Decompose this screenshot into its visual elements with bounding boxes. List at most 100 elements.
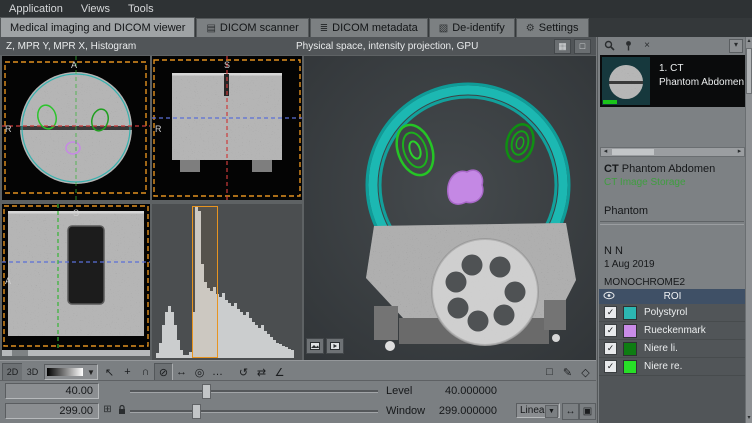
tab-label: Settings <box>539 22 579 34</box>
scroll-down-icon[interactable]: ▾ <box>746 414 752 423</box>
menu-tools[interactable]: Tools <box>119 1 163 17</box>
search-icon[interactable] <box>602 39 616 52</box>
angle-tool[interactable]: ∠ <box>270 363 289 381</box>
roi-color-swatch <box>623 342 637 356</box>
roi-visibility-checkbox[interactable] <box>604 324 617 337</box>
histogram-selection[interactable] <box>192 206 218 358</box>
level-slider-handle[interactable] <box>202 384 211 399</box>
add-tool[interactable]: + <box>118 363 137 381</box>
layout-grid-button[interactable]: ▦ <box>554 39 571 54</box>
lut-dropdown[interactable]: ▼ <box>44 364 98 380</box>
options-button[interactable]: ▣ <box>579 403 596 420</box>
metadata-icon: ≣ <box>320 23 328 34</box>
magnet-tool[interactable]: ∩ <box>136 363 155 381</box>
rect-select-tool[interactable]: □ <box>540 363 559 381</box>
view-3d[interactable] <box>304 56 596 360</box>
scroll-left-icon[interactable]: ◂ <box>601 148 610 156</box>
rotate-tool[interactable]: ↺ <box>234 363 253 381</box>
mode-2d-button[interactable]: 2D <box>2 363 23 381</box>
vertical-scrollbar[interactable]: ▴ ▾ <box>745 37 752 423</box>
level-value-field[interactable]: 40.00 <box>5 383 99 399</box>
window-label: Window <box>386 403 425 419</box>
view-coronal[interactable]: S R <box>152 56 302 200</box>
scroll-up-icon[interactable]: ▴ <box>746 37 752 46</box>
viewer-header: Z, MPR Y, MPR X, Histogram Physical spac… <box>0 37 596 55</box>
menu-views[interactable]: Views <box>72 1 119 17</box>
chevron-down-icon: ▼ <box>87 368 95 377</box>
tab-label: DICOM scanner <box>220 22 299 34</box>
scrollbar-thumb[interactable] <box>612 149 654 155</box>
roi-row[interactable]: Niere li. <box>599 340 746 358</box>
panel-menu-button[interactable]: ▾ <box>729 39 743 53</box>
roi-visibility-checkbox[interactable] <box>604 360 617 373</box>
flip-tool[interactable]: ⇄ <box>252 363 271 381</box>
lock-icon[interactable] <box>115 403 128 416</box>
tab-dicom-metadata[interactable]: ≣ DICOM metadata <box>310 18 428 37</box>
tab-label: DICOM metadata <box>332 22 418 34</box>
scroll-right-icon[interactable]: ▸ <box>735 148 744 156</box>
series-title: CT Phantom Abdomen <box>604 163 715 175</box>
fullscreen-button[interactable]: □ <box>574 39 591 54</box>
roi-row[interactable]: Niere re. <box>599 358 746 376</box>
series-caption[interactable]: 1. CT Phantom Abdomen <box>659 62 744 107</box>
series-index: 1. CT <box>659 62 744 76</box>
tab-settings[interactable]: ⚙ Settings <box>516 18 589 37</box>
window-full-value: 299.000000 <box>425 403 497 419</box>
slice-slider-handle[interactable] <box>12 350 28 356</box>
window-slider-handle[interactable] <box>192 404 201 419</box>
scan-range-button[interactable]: ↔ <box>562 403 579 420</box>
window-value-field[interactable]: 299.00 <box>5 403 99 419</box>
slice-slider[interactable] <box>2 350 150 356</box>
roi-row[interactable]: Rueckenmark <box>599 322 746 340</box>
roi-header: ROI <box>599 289 746 304</box>
close-icon[interactable]: × <box>640 39 654 52</box>
tab-label: Medical imaging and DICOM viewer <box>10 22 185 34</box>
tab-label: De-identify <box>452 22 505 34</box>
horizontal-scrollbar[interactable]: ◂ ▸ <box>600 147 745 157</box>
pan-tool[interactable]: ↔ <box>172 363 191 381</box>
roi-visibility-checkbox[interactable] <box>604 342 617 355</box>
photometric-label: MONOCHROME2 <box>604 277 685 288</box>
grid-icon[interactable]: ⊞ <box>101 403 114 416</box>
eye-icon <box>603 291 615 303</box>
roi-label: Niere re. <box>644 361 682 372</box>
view-axial[interactable]: A R <box>2 56 150 200</box>
pen-tool[interactable]: ✎ <box>558 363 577 381</box>
level-slider[interactable] <box>130 384 378 398</box>
tabbar: Medical imaging and DICOM viewer ▤ DICOM… <box>0 18 752 37</box>
roi-row[interactable]: Polystyrol <box>599 304 746 322</box>
view-histogram[interactable] <box>152 204 302 360</box>
tab-dicom-scanner[interactable]: ▤ DICOM scanner <box>196 18 308 37</box>
crosshair-off-tool[interactable]: ⊘ <box>154 363 173 381</box>
roi-label: Rueckenmark <box>644 325 706 336</box>
dotted-line-tool[interactable]: … <box>208 363 227 381</box>
mode-3d-button[interactable]: 3D <box>22 363 43 381</box>
coronal-image: S R <box>152 56 302 200</box>
view-sagittal[interactable]: S A <box>2 204 150 356</box>
screenshot-button[interactable] <box>306 338 324 354</box>
gear-icon: ⚙ <box>526 23 535 34</box>
scrollbar-thumb[interactable] <box>746 48 752 94</box>
orientation-label-top: S <box>224 60 230 70</box>
level-window-panel: 40.00 Level 40.000000 299.00 ⊞ Window 29… <box>0 380 596 423</box>
diamond-tool[interactable]: ◇ <box>576 363 595 381</box>
function-dropdown[interactable]: Linear ▼ <box>516 403 560 418</box>
tab-de-identify[interactable]: ▧ De-identify <box>429 18 515 37</box>
roi-color-swatch <box>623 360 637 374</box>
window-slider[interactable] <box>130 404 378 418</box>
orientation-label-left: A <box>5 276 11 286</box>
pointer-tool[interactable]: ↖ <box>100 363 119 381</box>
zoom-tool[interactable]: ◎ <box>190 363 209 381</box>
tab-medical-imaging-viewer[interactable]: Medical imaging and DICOM viewer <box>0 17 195 37</box>
film-icon <box>330 342 340 350</box>
window-slider-groove <box>130 410 378 413</box>
panel-toolbar: × <box>602 39 654 52</box>
bottom-toolbar: 2D 3D ▼ ↖ + ∩ ⊘ ↔ ◎ … ↺ ⇄ ∠ □ ✎ ◇ <box>0 360 596 381</box>
series-list: 1. CT Phantom Abdomen <box>600 55 745 107</box>
roi-visibility-checkbox[interactable] <box>604 306 617 319</box>
menu-application[interactable]: Application <box>0 1 72 17</box>
series-thumbnail[interactable] <box>602 57 650 105</box>
movie-button[interactable] <box>326 338 344 354</box>
roi-header-label: ROI <box>664 291 682 302</box>
pin-icon[interactable] <box>621 39 635 52</box>
